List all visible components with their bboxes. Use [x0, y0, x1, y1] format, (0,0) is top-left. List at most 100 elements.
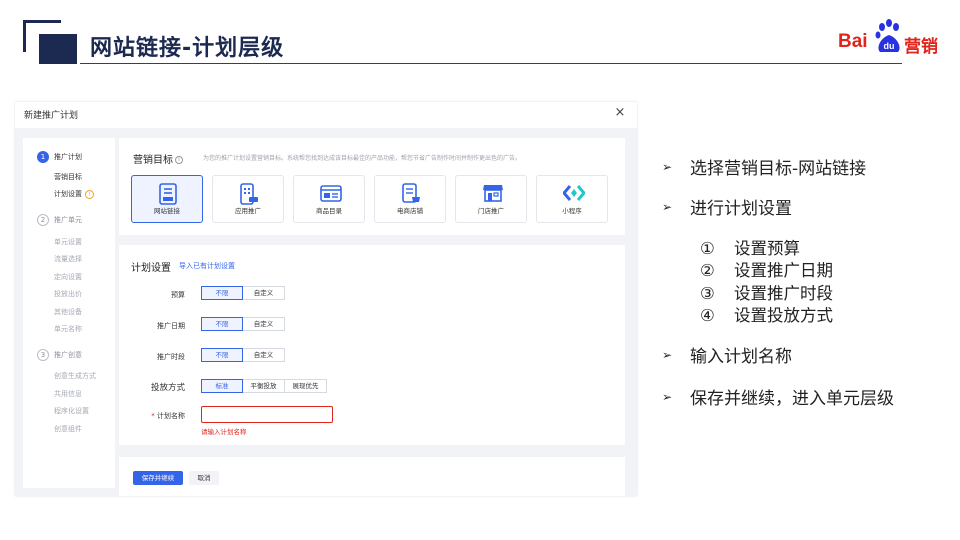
sub-bullet-mark: ④ [700, 306, 715, 325]
tile-label: 小程序 [562, 207, 582, 215]
tile-label: 电商店铺 [397, 207, 423, 215]
sidebar-item-shared-info[interactable]: 共用信息 [54, 389, 82, 399]
bullet-save: ➢ 保存并继续，进入单元层级 [662, 384, 894, 409]
method-option-balanced[interactable]: 平衡投放 [243, 379, 285, 393]
title-decoration [23, 20, 77, 64]
slide-title: 网站链接-计划层级 [90, 36, 285, 61]
bullet-text: 输入计划名称 [690, 347, 792, 367]
sub-bullet-budget: ① 设置预算 [700, 235, 800, 259]
budget-label: 预算 [171, 291, 185, 299]
sidebar-item-plan-settings[interactable]: 计划设置! [54, 189, 94, 199]
bullet-text: 选择营销目标-网站链接 [690, 159, 867, 179]
method-label: 投放方式 [150, 383, 185, 393]
slide: 网站链接-计划层级 Bai du 营销 新建推广计划 × 1 推广计划 营销目标 [0, 0, 960, 540]
brand-paw-text: du [884, 41, 895, 51]
sidebar-item-traffic[interactable]: 流量选择 [54, 254, 82, 264]
baidu-paw-icon: du [875, 19, 900, 52]
sub-bullet-mark: ③ [700, 284, 715, 303]
sidebar-item-bidding[interactable]: 投放出价 [54, 289, 82, 299]
sidebar-item-components[interactable]: 创意组件 [54, 424, 82, 434]
sub-bullet-text: 设置预算 [734, 239, 800, 258]
plan-settings-card: 计划设置 导入已有计划设置 预算 不限 自定义 推广日期 不限 自定义 推广时段… [119, 245, 625, 445]
plan-name-label-text: 计划名称 [157, 412, 185, 420]
save-continue-button[interactable]: 保存并继续 [133, 471, 183, 485]
time-label: 推广时段 [157, 353, 185, 361]
step-label: 推广单元 [54, 216, 82, 224]
arrow-bullet-icon: ➢ [662, 389, 673, 404]
arrow-bullet-icon: ➢ [662, 159, 673, 174]
tile-label: 网站链接 [154, 207, 180, 215]
plan-name-label: * 计划名称 [115, 411, 185, 421]
website-icon [159, 183, 177, 205]
plan-name-input[interactable] [201, 406, 333, 423]
time-option-unlimited[interactable]: 不限 [201, 348, 243, 362]
step-label: 推广创意 [54, 351, 82, 359]
ecommerce-icon [402, 183, 420, 203]
dialog-title: 新建推广计划 [24, 111, 79, 121]
bullet-text: 进行计划设置 [690, 199, 792, 219]
step-number: 1 [37, 151, 49, 163]
goal-tile-ecommerce[interactable]: 电商店铺 [374, 175, 446, 223]
sidebar-item-unit-settings[interactable]: 单元设置 [54, 237, 82, 247]
app-icon [240, 183, 258, 205]
catalog-icon [320, 185, 342, 202]
sidebar-item-programmatic[interactable]: 程序化设置 [54, 406, 89, 416]
baidu-marketing-logo: Bai du 营销 [838, 18, 942, 58]
plan-name-error: 请输入计划名称 [201, 428, 247, 436]
goal-tile-website[interactable]: 网站链接 [131, 175, 203, 223]
tile-label: 应用推广 [235, 207, 261, 215]
method-segmented: 标准 平衡投放 展现优先 [201, 379, 327, 393]
date-option-unlimited[interactable]: 不限 [201, 317, 243, 331]
sidebar-item-goal[interactable]: 营销目标 [54, 172, 82, 182]
dialog-footer: 保存并继续 取消 [119, 457, 625, 496]
sidebar-item-label: 计划设置 [54, 190, 82, 198]
plan-settings-title: 计划设置 [131, 263, 171, 274]
miniprogram-icon [563, 185, 585, 201]
goal-description: 为您的推广计划设置营销目标。系统帮您找到达成该目标最佳的产品功能，帮您节省广告制… [203, 155, 522, 162]
arrow-bullet-icon: ➢ [662, 347, 673, 362]
goal-title: 营销目标 i [133, 151, 183, 166]
bullet-plan-settings: ➢ 进行计划设置 [662, 194, 792, 219]
close-icon[interactable]: × [613, 106, 627, 120]
goal-tile-app[interactable]: 应用推广 [212, 175, 284, 223]
sidebar-step-creative[interactable]: 3 推广创意 [37, 348, 82, 362]
new-plan-dialog: 新建推广计划 × 1 推广计划 营销目标 计划设置! 2 推广单元 单元设置 流… [15, 102, 637, 496]
method-option-priority[interactable]: 展现优先 [285, 379, 327, 393]
budget-option-unlimited[interactable]: 不限 [201, 286, 243, 300]
brand-text-right: 营销 [904, 37, 938, 57]
info-icon: i [175, 156, 183, 164]
date-label: 推广日期 [157, 322, 185, 330]
sidebar-item-unit-name[interactable]: 单元名称 [54, 324, 82, 334]
step-number: 3 [37, 349, 49, 361]
step-number: 2 [37, 214, 49, 226]
sub-bullet-text: 设置推广日期 [734, 261, 833, 280]
sidebar-item-targeting[interactable]: 定向设置 [54, 272, 82, 282]
sidebar-step-unit[interactable]: 2 推广单元 [37, 213, 82, 227]
title-divider [80, 63, 902, 64]
bullet-plan-name: ➢ 输入计划名称 [662, 342, 792, 367]
bullet-text: 保存并继续，进入单元层级 [690, 389, 894, 409]
required-mark: * [151, 412, 155, 420]
sub-bullet-date: ② 设置推广日期 [700, 257, 833, 281]
date-option-custom[interactable]: 自定义 [243, 317, 285, 331]
tile-label: 门店推广 [478, 207, 504, 215]
sub-bullet-method: ④ 设置投放方式 [700, 302, 833, 326]
bullet-goal: ➢ 选择营销目标-网站链接 [662, 154, 866, 179]
budget-option-custom[interactable]: 自定义 [243, 286, 285, 300]
goal-tile-store[interactable]: 门店推广 [455, 175, 527, 223]
sidebar-step-plan[interactable]: 1 推广计划 [37, 150, 82, 164]
step-sidebar: 1 推广计划 营销目标 计划设置! 2 推广单元 单元设置 流量选择 定向设置 … [23, 138, 115, 488]
goal-tile-catalog[interactable]: 商品目录 [293, 175, 365, 223]
sidebar-item-creative-mode[interactable]: 创意生成方式 [54, 371, 96, 381]
sub-bullet-time: ③ 设置推广时段 [700, 280, 833, 304]
goal-tile-miniprogram[interactable]: 小程序 [536, 175, 608, 223]
store-icon [483, 185, 503, 202]
warning-icon: ! [85, 189, 94, 199]
method-option-standard[interactable]: 标准 [201, 379, 243, 393]
import-settings-link[interactable]: 导入已有计划设置 [179, 261, 235, 271]
sidebar-item-devices[interactable]: 其他设备 [54, 307, 82, 317]
sub-bullet-text: 设置投放方式 [734, 306, 833, 325]
time-option-custom[interactable]: 自定义 [243, 348, 285, 362]
cancel-button[interactable]: 取消 [189, 471, 219, 485]
arrow-bullet-icon: ➢ [662, 199, 673, 214]
